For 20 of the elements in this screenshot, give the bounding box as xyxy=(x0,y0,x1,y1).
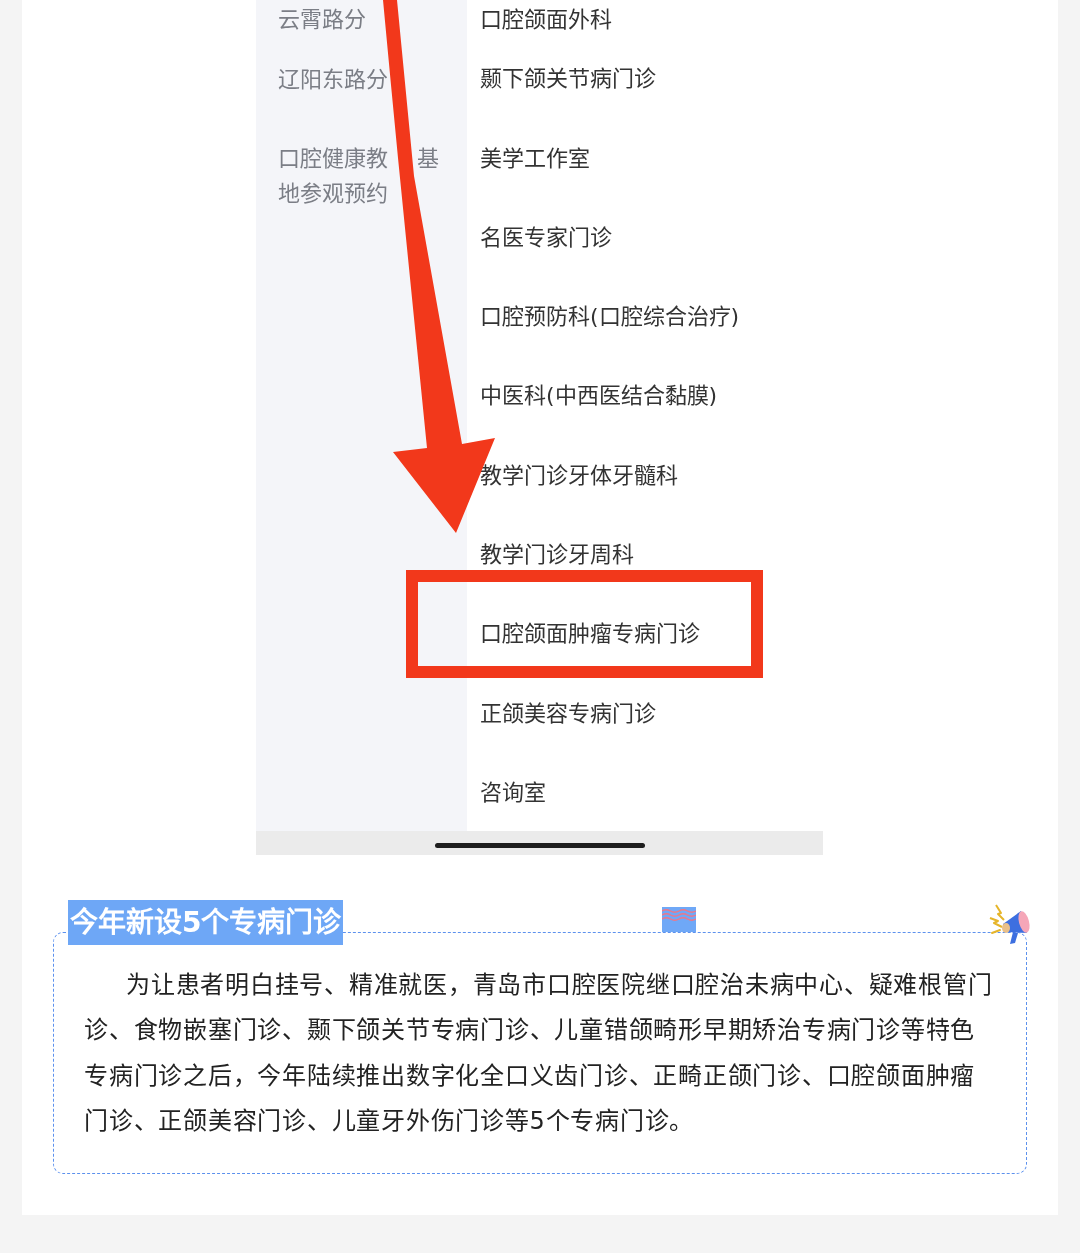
branch-item[interactable]: 辽阳东路分 xyxy=(278,61,388,97)
department-item[interactable]: 口腔颌面外科 xyxy=(480,5,612,34)
department-item[interactable]: 颞下颌关节病门诊 xyxy=(480,65,656,94)
notice-text: 为让患者明白挂号、精准就医，青岛市口腔医院继口腔治未病中心、疑难根管门诊、食物嵌塞门诊、颞下颌关节专病门诊、儿童错颌畸形早期矫治专病门诊等特色专病门诊之后，今年陆续推出数字化全口义齿门诊、正畸正颌门诊、口腔颌面肿瘤门诊、正颌美容门诊、儿童牙外伤门诊等5个专病门诊。 xyxy=(84,970,994,1137)
department-item[interactable]: 口腔预防科(口腔综合治疗) xyxy=(480,303,740,332)
department-item[interactable]: 中医科(中西医结合黏膜) xyxy=(480,382,718,411)
department-item[interactable]: 教学门诊牙体牙髓科 xyxy=(480,461,678,490)
section-title: 今年新设5个专病门诊 xyxy=(68,900,344,945)
department-item[interactable]: 咨询室 xyxy=(480,778,546,807)
department-item[interactable]: 正颌美容专病门诊 xyxy=(480,699,656,728)
branch-item[interactable]: 基 xyxy=(417,140,439,176)
branch-item[interactable]: 口腔健康教 xyxy=(278,140,388,176)
wave-tile-icon xyxy=(662,907,697,932)
department-item[interactable]: 名医专家门诊 xyxy=(480,223,612,252)
department-item[interactable]: 美学工作室 xyxy=(480,144,590,173)
megaphone-icon xyxy=(988,903,1032,945)
branch-item[interactable]: 云霄路分 xyxy=(278,2,366,38)
branch-item[interactable]: 地参观预约 xyxy=(278,175,388,211)
department-item[interactable]: 教学门诊牙周科 xyxy=(480,541,634,570)
department-item[interactable]: 口腔颌面肿瘤专病门诊 xyxy=(480,620,700,649)
